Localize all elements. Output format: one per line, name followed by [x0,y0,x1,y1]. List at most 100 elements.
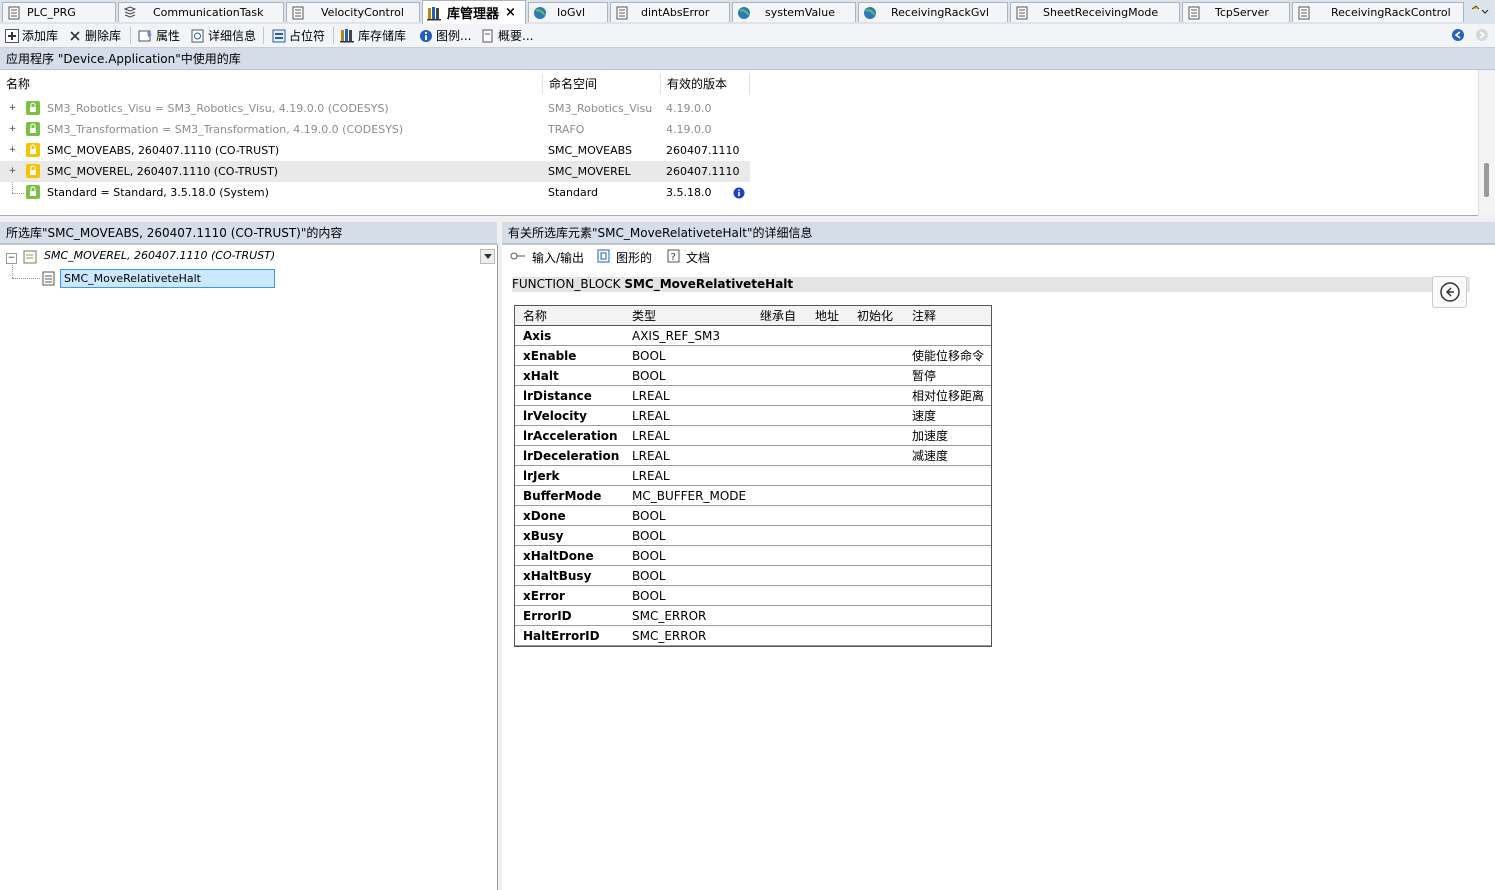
variable-inherited [752,585,807,606]
tree-item-selected[interactable]: SMC_MoveRelativeteHalt [60,269,275,288]
tab-label: 输入/输出 [532,250,585,265]
details-button[interactable]: 详细信息 [190,27,256,44]
library-version: 3.5.18.0 [666,186,712,199]
variable-init [849,625,904,646]
variable-inherited [752,385,807,406]
properties-button[interactable]: 属性 [138,27,180,44]
column-header-name[interactable]: 名称 [0,74,543,94]
library-row[interactable]: + SM3_Transformation = SM3_Transformation… [0,119,750,140]
tab-label: TcpServer [1215,6,1269,19]
library-lock-icon [26,143,40,157]
tab-label: PLC_PRG [27,6,76,19]
variable-comment: 相对位移距离 [904,385,991,406]
tab-graphical[interactable]: 图形的 [597,247,652,267]
tab-label: 库管理器 [447,7,500,22]
column-header-version[interactable]: 有效的版本 [661,74,750,94]
add-library-label: 添加库 [22,29,59,43]
tab-dintabserror[interactable]: dintAbsError [610,2,730,22]
library-row[interactable]: + SM3_Robotics_Visu = SM3_Robotics_Visu, … [0,98,750,119]
expand-toggle[interactable]: + [8,146,17,155]
tab-sheetreceivingmode[interactable]: SheetReceivingMode [1010,2,1180,22]
info-icon[interactable] [733,185,745,206]
variable-name: lrDeceleration [515,445,624,466]
variable-init [849,545,904,566]
placeholder-label: 占位符 [289,29,326,43]
tab-plc-prg[interactable]: PLC_PRG [2,2,116,22]
globe-icon [533,6,547,20]
library-row[interactable]: + SMC_MOVEABS, 260407.1110 (CO-TRUST) SMC_… [0,140,750,161]
tab-label: SheetReceivingMode [1043,6,1159,19]
tab-communication-task[interactable]: CommunicationTask [118,2,284,22]
globe-icon [863,6,877,20]
variable-row[interactable]: xBusy BOOL [515,525,991,546]
library-row[interactable]: Standard = Standard, 3.5.18.0 (System) St… [0,182,750,203]
tab-documentation[interactable]: ? 文档 [667,247,710,267]
column-header-address: 地址 [807,306,849,326]
document-icon [615,6,629,20]
library-repository-button[interactable]: 库存储库 [340,27,406,44]
variable-row[interactable]: xDone BOOL [515,505,991,526]
placeholder-button[interactable]: 占位符 [271,27,325,44]
add-library-button[interactable]: 添加库 [4,27,58,44]
variable-row[interactable]: BufferMode MC_BUFFER_MODE [515,485,991,506]
variable-row[interactable]: HaltErrorID SMC_ERROR [515,625,991,646]
variable-comment [904,605,991,626]
variable-address [807,505,849,526]
library-lock-icon [26,122,40,136]
close-icon[interactable]: × [505,5,516,20]
tab-receivingrackcontrol[interactable]: ReceivingRackControl [1292,2,1464,22]
variable-inherited [752,445,807,466]
function-block-title: FUNCTION_BLOCK SMC_MoveRelativeteHalt [512,277,1470,292]
tab-receivingrackgvl[interactable]: ReceivingRackGvl [858,2,1008,22]
variable-init [849,585,904,606]
delete-library-button[interactable]: 删除库 [67,27,121,44]
library-list-scrollbar[interactable] [1478,70,1495,215]
variable-row[interactable]: lrJerk LREAL [515,465,991,486]
forward-button[interactable] [1475,28,1489,45]
library-namespace: TRAFO [548,123,585,136]
variable-comment [904,585,991,606]
expand-toggle[interactable]: + [8,125,17,134]
variable-row[interactable]: lrDeceleration LREAL 减速度 [515,445,991,466]
back-navigation-button[interactable] [1432,276,1467,308]
variable-row[interactable]: Axis AXIS_REF_SM3 [515,325,991,346]
variable-init [849,365,904,386]
tab-inputs-outputs[interactable]: 输入/输出 [510,247,584,267]
library-version: 4.19.0.0 [666,102,712,115]
variable-row[interactable]: lrVelocity LREAL 速度 [515,405,991,426]
column-header-namespace[interactable]: 命名空间 [543,74,661,94]
expand-toggle[interactable]: + [8,167,17,176]
variable-inherited [752,565,807,586]
library-namespace: Standard [548,186,599,199]
variable-row[interactable]: xHalt BOOL 暂停 [515,365,991,386]
library-row[interactable]: + SMC_MOVEREL, 260407.1110 (CO-TRUST) SMC_… [0,161,750,182]
expand-toggle[interactable]: + [8,104,17,113]
tab-label: CommunicationTask [153,6,264,19]
back-button[interactable] [1451,28,1465,45]
variable-row[interactable]: xEnable BOOL 使能位移命令 [515,345,991,366]
column-header-name: 名称 [515,306,624,326]
variable-row[interactable]: ErrorID SMC_ERROR [515,605,991,626]
library-name: SM3_Transformation = SM3_Transformation,… [47,123,404,136]
summary-icon [480,28,495,43]
tab-overflow-dropdown[interactable] [1468,2,1492,22]
variable-row[interactable]: xHaltDone BOOL [515,545,991,566]
tab-systemvalue[interactable]: systemValue [732,2,856,22]
variable-row[interactable]: lrAcceleration LREAL 加速度 [515,425,991,446]
tab-velocity-control[interactable]: VelocityControl [286,2,420,22]
tree-root-label[interactable]: SMC_MOVEREL, 260407.1110 (CO-TRUST) [44,249,275,262]
tab-library-manager[interactable]: 库管理器 × [422,0,526,24]
tab-label: 文档 [686,250,711,265]
tab-iogvl[interactable]: IoGvl [528,2,608,22]
summary-button[interactable]: 概要... [480,27,533,44]
scrollbar-thumb[interactable] [1484,163,1489,197]
tree-dropdown-button[interactable] [480,249,495,264]
variable-row[interactable]: xHaltBusy BOOL [515,565,991,586]
tab-tcpserver[interactable]: TcpServer [1182,2,1290,22]
icons-legend-button[interactable]: 图例... [418,27,471,44]
variable-row[interactable]: lrDistance LREAL 相对位移距离 [515,385,991,406]
variable-row[interactable]: xError BOOL [515,585,991,606]
variable-type: BOOL [624,585,752,606]
variable-inherited [752,425,807,446]
globe-icon [737,6,751,20]
